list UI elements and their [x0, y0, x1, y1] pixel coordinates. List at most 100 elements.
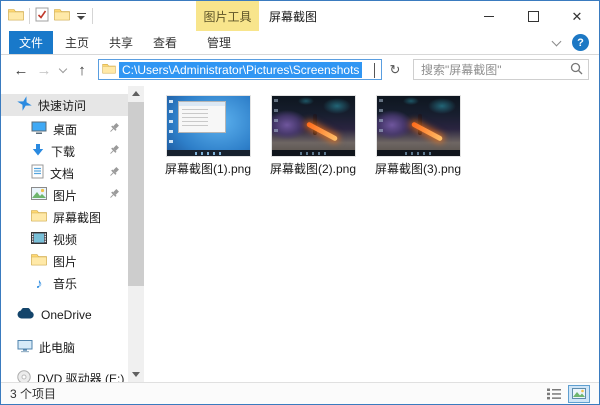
- desktop-icon: [31, 121, 47, 138]
- thumbnail-art-layer: [178, 101, 226, 133]
- folder-icon: [31, 253, 47, 269]
- pin-icon: [108, 166, 120, 181]
- customize-toolbar-caret-icon[interactable]: [75, 13, 87, 20]
- download-icon: [31, 143, 45, 160]
- file-list: 屏幕截图(1).png 屏幕截图(2).png: [161, 95, 465, 177]
- contextual-tool-label: 图片工具: [196, 1, 259, 31]
- toolbar-separator: [29, 8, 30, 24]
- picture-icon: [31, 187, 47, 203]
- sidebar-item-documents[interactable]: 文档: [1, 162, 128, 184]
- file-name[interactable]: 屏幕截图(2).png: [270, 160, 356, 177]
- sidebar-item-label: 下载: [51, 143, 75, 160]
- folder-icon[interactable]: [8, 8, 24, 24]
- sidebar-item-quick-access[interactable]: 快速访问: [1, 94, 128, 116]
- quick-access-toolbar: [8, 1, 93, 31]
- document-icon: [31, 164, 44, 182]
- toolbar-separator: [92, 8, 93, 24]
- pin-icon: [108, 144, 120, 159]
- maximize-button[interactable]: [511, 1, 555, 31]
- main-area: 快速访问 桌面 下载: [1, 86, 599, 382]
- search-input[interactable]: [419, 62, 570, 78]
- sidebar-item-music[interactable]: ♪ 音乐: [1, 272, 128, 294]
- item-count-label: 3 个项目: [10, 385, 56, 402]
- tab-file[interactable]: 文件: [9, 31, 53, 54]
- thumbnail-art-layer: [410, 121, 442, 141]
- scroll-down-arrow-icon[interactable]: [128, 367, 144, 382]
- collapse-ribbon-chevron-icon[interactable]: [552, 36, 562, 46]
- scrollbar-thumb[interactable]: [128, 102, 144, 286]
- thumbnail-art-layer: [405, 152, 435, 155]
- navigation-pane: 快速访问 桌面 下载: [1, 86, 144, 382]
- sidebar-scrollbar[interactable]: [128, 86, 144, 382]
- sidebar-item-label: 图片: [53, 253, 77, 270]
- file-name[interactable]: 屏幕截图(3).png: [375, 160, 461, 177]
- address-path-selected[interactable]: C:\Users\Administrator\Pictures\Screensh…: [119, 62, 362, 78]
- thumbnail-art-layer: [169, 100, 173, 146]
- window-controls: ✕: [467, 1, 599, 31]
- sidebar-item-videos[interactable]: 视频: [1, 228, 128, 250]
- file-item[interactable]: 屏幕截图(3).png: [371, 95, 465, 177]
- address-dropdown-chevron-icon[interactable]: [374, 63, 375, 77]
- thumbnail-art-layer: [428, 98, 456, 114]
- address-bar[interactable]: C:\Users\Administrator\Pictures\Screensh…: [98, 59, 382, 80]
- sidebar-item-desktop[interactable]: 桌面: [1, 118, 128, 140]
- folder-icon: [102, 63, 116, 77]
- status-bar: 3 个项目: [1, 382, 599, 404]
- file-thumbnail[interactable]: [166, 95, 251, 157]
- thumbnail-art-layer: [298, 97, 314, 105]
- file-thumbnail[interactable]: [376, 95, 461, 157]
- recent-locations-chevron-icon[interactable]: [55, 55, 71, 85]
- sidebar-item-label: 文档: [50, 165, 74, 182]
- forward-button: →: [33, 55, 55, 85]
- file-name[interactable]: 屏幕截图(1).png: [165, 160, 251, 177]
- sidebar-item-label: 视频: [53, 231, 77, 248]
- tab-view[interactable]: 查看: [145, 31, 185, 54]
- sidebar-item-downloads[interactable]: 下载: [1, 140, 128, 162]
- pin-icon: [108, 122, 120, 137]
- folder-icon: [31, 209, 47, 225]
- properties-check-icon[interactable]: [35, 7, 49, 25]
- thumbnail-art-layer: [195, 152, 225, 155]
- explorer-window: 图片工具 屏幕截图 ✕ 文件 主页 共享 查看 管理 ? ← → ↑ C:\Us…: [0, 0, 600, 405]
- sidebar-item-pictures[interactable]: 图片: [1, 184, 128, 206]
- sidebar-item-label: 桌面: [53, 121, 77, 138]
- file-item[interactable]: 屏幕截图(2).png: [266, 95, 360, 177]
- details-view-button[interactable]: [543, 385, 565, 403]
- onedrive-cloud-icon: [17, 308, 35, 322]
- refresh-icon[interactable]: ↻: [385, 59, 405, 80]
- tab-home[interactable]: 主页: [57, 31, 97, 54]
- thumbnail-art-layer: [323, 98, 351, 114]
- file-thumbnail[interactable]: [271, 95, 356, 157]
- sidebar-item-label: 屏幕截图: [53, 209, 101, 226]
- back-button[interactable]: ←: [9, 55, 33, 85]
- thumbnail-art-layer: [379, 99, 383, 139]
- pin-icon: [108, 188, 120, 203]
- sidebar-item-this-pc[interactable]: 此电脑: [1, 336, 128, 358]
- sidebar-item-label: 图片: [53, 187, 77, 204]
- minimize-button[interactable]: [467, 1, 511, 31]
- thumbnail-art-layer: [300, 152, 330, 155]
- sidebar-item-label: 此电脑: [39, 339, 75, 356]
- file-item[interactable]: 屏幕截图(1).png: [161, 95, 255, 177]
- tab-share[interactable]: 共享: [101, 31, 141, 54]
- ribbon-tab-bar: 文件 主页 共享 查看 管理 ?: [1, 31, 599, 55]
- navigation-bar: ← → ↑ C:\Users\Administrator\Pictures\Sc…: [1, 55, 599, 87]
- view-buttons: [543, 385, 590, 403]
- sidebar-item-label: 音乐: [53, 275, 77, 292]
- sidebar-item-pictures-folder[interactable]: 图片: [1, 250, 128, 272]
- sidebar-item-onedrive[interactable]: OneDrive: [1, 304, 128, 326]
- tab-manage[interactable]: 管理: [198, 31, 240, 54]
- up-button[interactable]: ↑: [71, 55, 93, 85]
- sidebar-item-screenshots[interactable]: 屏幕截图: [1, 206, 128, 228]
- scroll-up-arrow-icon[interactable]: [128, 86, 144, 101]
- thumbnail-art-layer: [274, 99, 278, 139]
- this-pc-monitor-icon: [17, 339, 33, 356]
- close-button[interactable]: ✕: [555, 1, 599, 31]
- large-icons-view-button[interactable]: [568, 385, 590, 403]
- search-box: [413, 59, 589, 80]
- search-icon[interactable]: [570, 62, 583, 78]
- music-note-icon: ♪: [31, 275, 47, 291]
- sidebar-item-label: 快速访问: [38, 97, 86, 114]
- new-folder-icon[interactable]: [54, 8, 70, 24]
- help-icon[interactable]: ?: [572, 34, 589, 51]
